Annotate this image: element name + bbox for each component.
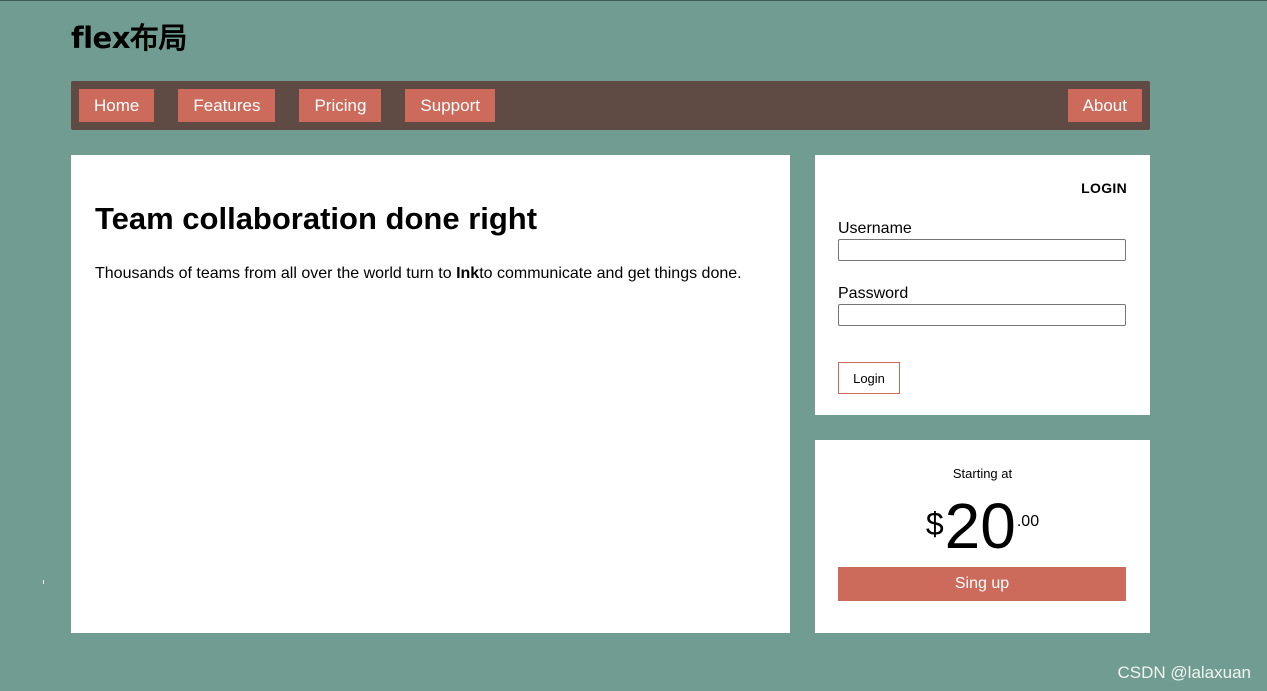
starting-at-label: Starting at — [952, 466, 1013, 481]
nav-item-home[interactable]: Home — [79, 89, 155, 122]
nav-item-support[interactable]: Support — [405, 89, 495, 122]
price-currency: $ — [925, 506, 944, 542]
stray-mark — [43, 580, 44, 584]
navbar: Home Features Pricing Support About — [71, 81, 1150, 130]
nav-item-about[interactable]: About — [1067, 89, 1142, 122]
login-button[interactable]: Login — [838, 362, 900, 394]
signup-button[interactable]: Sing up — [838, 567, 1126, 601]
main-text-after: to communicate and get things done. — [479, 265, 742, 282]
username-label: Username — [838, 220, 912, 237]
nav-item-pricing[interactable]: Pricing — [299, 89, 382, 122]
page-title: flex布局 — [71, 21, 187, 55]
password-label: Password — [838, 285, 909, 302]
pricing-card: Starting at $ 20 .00 Sing up — [815, 440, 1150, 633]
main-heading: Team collaboration done right — [95, 201, 538, 236]
password-input[interactable] — [838, 304, 1126, 326]
main-description: Thousands of teams from all over the wor… — [95, 264, 766, 284]
main-content-card: Team collaboration done right Thousands … — [71, 155, 790, 633]
price-display: $ 20 .00 — [838, 490, 1127, 562]
brand-name: Ink — [456, 265, 480, 282]
main-text-before: Thousands of teams from all over the wor… — [95, 265, 457, 282]
nav-item-features[interactable]: Features — [178, 89, 276, 122]
username-input[interactable] — [838, 239, 1126, 261]
top-border — [0, 0, 1267, 1]
price-amount: 20 — [944, 490, 1016, 562]
price-cents: .00 — [1016, 513, 1040, 530]
login-card: LOGIN Username Password Login — [815, 155, 1150, 415]
watermark: CSDN @lalaxuan — [1117, 663, 1251, 682]
login-heading: LOGIN — [1081, 180, 1127, 196]
